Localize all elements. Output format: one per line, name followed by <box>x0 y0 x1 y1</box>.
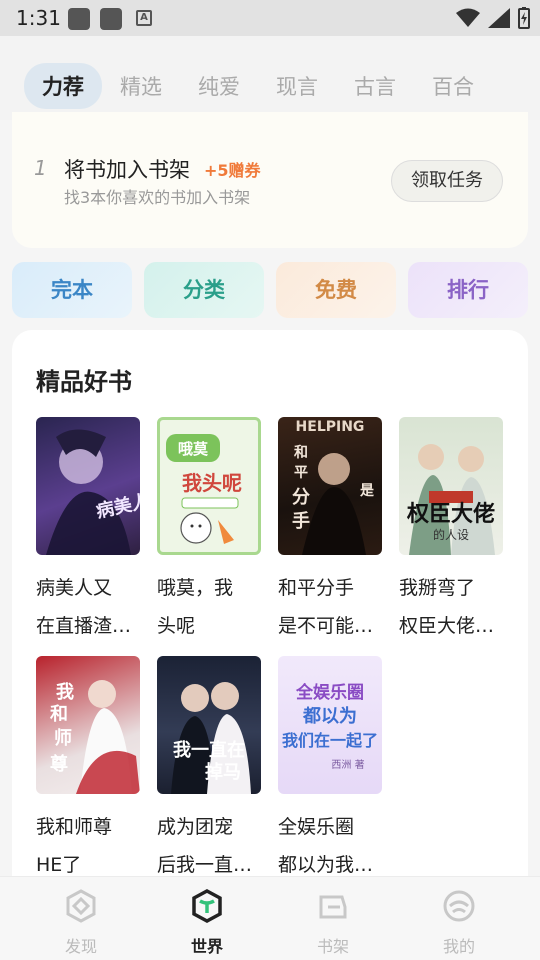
claim-task-button[interactable]: 领取任务 <box>391 160 503 202</box>
tab-lijian[interactable]: 力荐 <box>24 63 102 109</box>
tab-guyan[interactable]: 古言 <box>336 63 414 109</box>
book-title: 我掰弯了 权臣大佬… <box>399 577 495 637</box>
tab-chunai[interactable]: 纯爱 <box>180 63 258 109</box>
svg-text:我一直在: 我一直在 <box>173 739 245 761</box>
book-cover: 我 和 师 尊 <box>36 656 140 794</box>
nav-profile[interactable]: 我的 <box>419 889 499 957</box>
nav-label: 世界 <box>190 937 223 956</box>
svg-text:HELPING: HELPING <box>296 419 365 435</box>
svg-text:病美人: 病美人 <box>94 490 140 523</box>
book-cover: 病美人 <box>36 417 140 555</box>
book-title: 哦莫，我 头呢 <box>157 577 234 637</box>
svg-text:师: 师 <box>54 727 72 749</box>
discover-icon <box>66 889 96 923</box>
completed-books-button[interactable]: 完本 <box>12 262 132 318</box>
bookshelf-icon <box>319 895 347 919</box>
bottom-nav: 发现 世界 书架 我的 <box>0 876 540 960</box>
svg-text:尊: 尊 <box>50 753 68 775</box>
svg-text:的人设: 的人设 <box>433 527 469 542</box>
nav-bookshelf[interactable]: 书架 <box>293 889 373 957</box>
svg-text:都以为: 都以为 <box>302 705 357 727</box>
svg-text:和: 和 <box>294 445 308 461</box>
profile-icon <box>443 890 475 922</box>
book-card[interactable]: 我 和 师 尊 我和师尊 HE了 <box>36 656 140 884</box>
book-card[interactable]: 病美人 病美人又 在直播渣… <box>36 417 140 645</box>
svg-text:我: 我 <box>56 682 74 703</box>
book-card[interactable]: 哦莫 我头呢 哦莫，我 头呢 <box>157 417 261 645</box>
free-books-button[interactable]: 免费 <box>276 262 396 318</box>
task-card: 1 将书加入书架 +5赠券 找3本你喜欢的书加入书架 领取任务 <box>12 112 528 248</box>
book-cover: 权臣大佬 的人设 <box>399 417 503 555</box>
nav-label: 书架 <box>316 937 349 956</box>
app-notification-icon: A <box>136 10 152 26</box>
book-title: 和平分手 是不可能… <box>278 577 374 637</box>
task-bonus: +5赠券 <box>204 161 261 180</box>
nav-label: 我的 <box>442 937 475 956</box>
status-bar: 1:31 A <box>0 0 540 36</box>
book-card[interactable]: 权臣大佬 的人设 我掰弯了 权臣大佬… <box>399 417 503 645</box>
book-title: 我和师尊 HE了 <box>36 816 113 876</box>
svg-text:手: 手 <box>292 510 310 532</box>
book-cover: 全娱乐圈 都以为 我们在一起了 西洲 著 <box>278 656 382 794</box>
battery-icon <box>518 7 530 29</box>
nav-world[interactable]: 世界 <box>167 889 247 957</box>
ranking-button[interactable]: 排行 <box>408 262 528 318</box>
category-tabs: 力荐 精选 纯爱 现言 古言 百合 <box>24 63 492 109</box>
section-title: 精品好书 <box>36 368 132 396</box>
nav-label: 发现 <box>64 937 97 956</box>
book-card[interactable]: 我一直在 掉马 成为团宠 后我一直… <box>157 656 261 884</box>
book-title: 成为团宠 后我一直… <box>157 816 253 876</box>
book-cover: 我一直在 掉马 <box>157 656 261 794</box>
featured-books-section: 精品好书 病美人 病美人又 在直播渣… 哦莫 我头呢 哦莫，我 头呢 HELPI… <box>12 330 528 890</box>
category-button[interactable]: 分类 <box>144 262 264 318</box>
svg-text:权臣大佬: 权臣大佬 <box>406 501 495 527</box>
task-description: 找3本你喜欢的书加入书架 <box>64 188 251 207</box>
tab-jingxuan[interactable]: 精选 <box>102 63 180 109</box>
book-title: 病美人又 在直播渣… <box>36 577 132 637</box>
svg-text:哦莫: 哦莫 <box>178 440 209 458</box>
task-title: 将书加入书架 <box>64 158 190 182</box>
svg-text:和: 和 <box>50 704 68 725</box>
svg-text:我头呢: 我头呢 <box>182 471 242 495</box>
tab-baihe[interactable]: 百合 <box>414 63 492 109</box>
signal-icon <box>488 8 510 28</box>
svg-text:掉马: 掉马 <box>205 761 241 783</box>
book-card[interactable]: HELPING 和 平 分 手 是 和平分手 是不可能… <box>278 417 382 645</box>
book-cover: HELPING 和 平 分 手 是 <box>278 417 382 555</box>
status-time: 1:31 <box>16 6 61 30</box>
category-header: 力荐 精选 纯爱 现言 古言 百合 <box>0 36 540 120</box>
book-title: 全娱乐圈 都以为我… <box>278 816 374 876</box>
tab-xianyan[interactable]: 现言 <box>258 63 336 109</box>
book-cover: 哦莫 我头呢 <box>157 417 261 555</box>
svg-text:我们在一起了: 我们在一起了 <box>282 731 378 750</box>
notification-icon <box>68 8 90 30</box>
task-number: 1 <box>34 156 47 180</box>
svg-text:全娱乐圈: 全娱乐圈 <box>295 682 364 703</box>
book-card[interactable]: 全娱乐圈 都以为 我们在一起了 西洲 著 全娱乐圈 都以为我… <box>278 656 382 884</box>
svg-text:平: 平 <box>294 465 308 481</box>
wifi-icon <box>456 8 480 27</box>
notification-icon <box>100 8 122 30</box>
svg-text:分: 分 <box>292 487 310 508</box>
nav-discover[interactable]: 发现 <box>41 889 121 957</box>
world-icon <box>192 889 222 923</box>
svg-text:是: 是 <box>360 483 375 499</box>
svg-text:西洲 著: 西洲 著 <box>331 758 364 771</box>
